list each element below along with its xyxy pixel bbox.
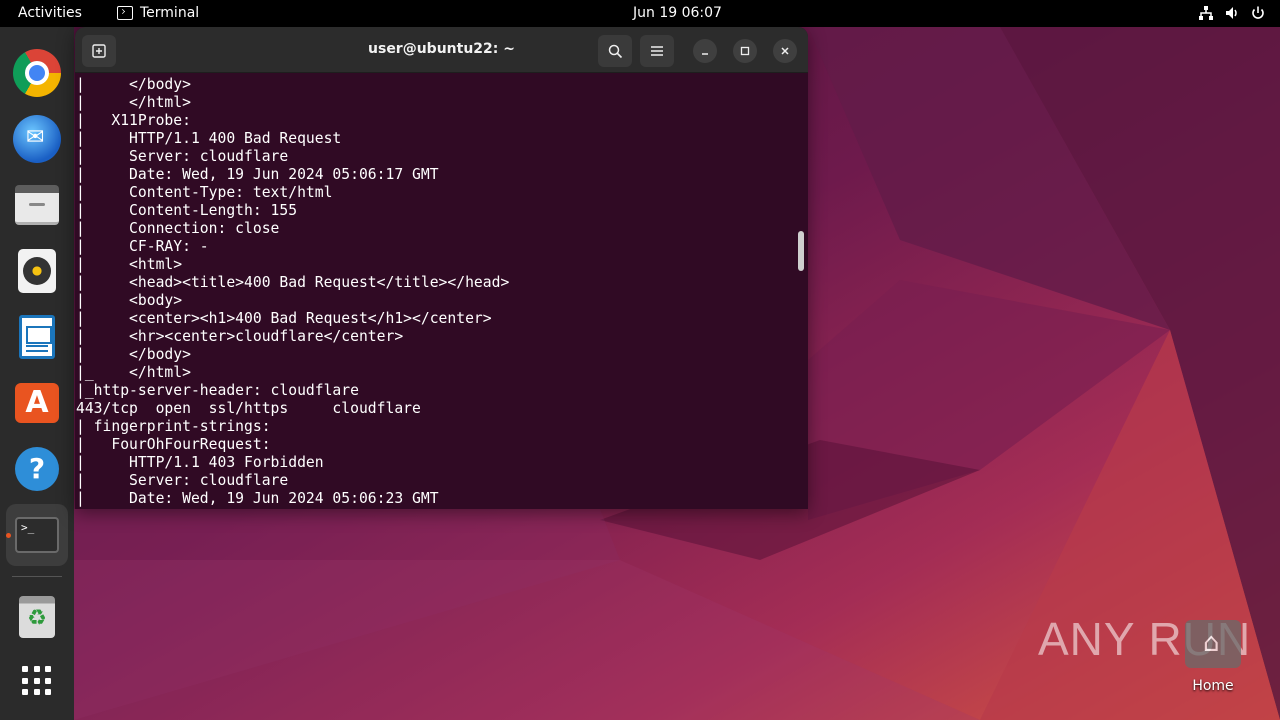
search-button[interactable] xyxy=(598,35,632,67)
thunderbird-icon xyxy=(13,115,61,163)
app-menu[interactable]: Terminal xyxy=(117,5,199,21)
dock-writer[interactable] xyxy=(6,306,68,368)
app-menu-label: Terminal xyxy=(140,5,200,21)
terminal-line: | </body> xyxy=(76,76,191,93)
terminal-line: | Date: Wed, 19 Jun 2024 05:06:23 GMT xyxy=(76,490,439,507)
terminal-line: 443/tcp open ssl/https cloudflare xyxy=(76,400,421,417)
terminal-line: | <center><h1>400 Bad Request</h1></cent… xyxy=(76,310,492,327)
dock-separator xyxy=(12,576,62,577)
app-grid-icon xyxy=(22,666,52,696)
terminal-line: | Connection: close xyxy=(76,220,280,237)
system-tray[interactable] xyxy=(1198,5,1266,21)
power-icon xyxy=(1250,5,1266,21)
activities-button[interactable]: Activities xyxy=(18,5,82,21)
terminal-line: | Content-Length: 155 xyxy=(76,202,298,219)
terminal-lines: | </body> | </html> | X11Probe: | HTTP/1.1 … xyxy=(75,76,509,509)
top-bar: Activities Terminal Jun 19 06:07 xyxy=(0,0,1280,27)
dock-rhythmbox[interactable] xyxy=(6,240,68,302)
search-icon xyxy=(608,44,622,58)
trash-icon: ♻ xyxy=(19,596,55,638)
terminal-line: | HTTP/1.1 400 Bad Request xyxy=(76,130,342,147)
minimize-icon xyxy=(702,53,708,55)
terminal-line: | Content-Type: text/html xyxy=(76,184,333,201)
terminal-app-icon: >_ xyxy=(15,517,59,553)
terminal-line: | xyxy=(75,508,509,509)
close-icon xyxy=(781,47,789,55)
terminal-line: | HTTP/1.1 403 Forbidden xyxy=(76,454,324,471)
rhythmbox-icon xyxy=(18,249,56,293)
home-folder-label: Home xyxy=(1192,678,1234,694)
terminal-line: | <body> xyxy=(76,292,183,309)
menu-button[interactable] xyxy=(640,35,674,67)
terminal-line: |_ </html> xyxy=(76,364,191,381)
hamburger-icon xyxy=(651,46,663,56)
clock[interactable]: Jun 19 06:07 xyxy=(633,5,722,21)
terminal-line: | CF-RAY: - xyxy=(76,238,209,255)
maximize-icon xyxy=(740,46,750,56)
home-folder-icon[interactable] xyxy=(1182,618,1242,670)
terminal-line: | <hr><center>cloudflare</center> xyxy=(76,328,404,345)
terminal-line: | Server: cloudflare xyxy=(76,472,289,489)
terminal-line: | </html> xyxy=(76,94,191,111)
terminal-window[interactable]: user@ubuntu22: ~ | </body> | </html> | X11… xyxy=(75,27,808,509)
terminal-line: | FourOhFourRequest: xyxy=(76,436,271,453)
terminal-line: | Date: Wed, 19 Jun 2024 05:06:17 GMT xyxy=(76,166,439,183)
terminal-line: |_http-server-header: cloudflare xyxy=(76,382,359,399)
dock-trash[interactable]: ♻ xyxy=(6,586,68,648)
dock-terminal[interactable]: >_ xyxy=(6,504,68,566)
terminal-line: | Server: cloudflare xyxy=(76,148,289,165)
chrome-icon xyxy=(13,49,61,97)
terminal-line: | <html> xyxy=(76,256,183,273)
scrollbar-thumb[interactable] xyxy=(798,231,804,271)
terminal-line: | </body> xyxy=(76,346,191,363)
running-indicator xyxy=(6,533,11,538)
software-store-icon: A xyxy=(15,383,59,423)
volume-icon xyxy=(1224,5,1240,21)
dock-files[interactable] xyxy=(6,174,68,236)
terminal-icon xyxy=(117,6,133,20)
dock-software[interactable]: A xyxy=(6,372,68,434)
dock: A ? >_ ♻ xyxy=(0,27,74,720)
terminal-line: | fingerprint-strings: xyxy=(76,418,271,435)
show-applications-button[interactable] xyxy=(6,650,68,712)
maximize-button[interactable] xyxy=(733,39,757,63)
dock-chrome[interactable] xyxy=(6,42,68,104)
help-icon: ? xyxy=(15,447,59,491)
terminal-headerbar[interactable]: user@ubuntu22: ~ xyxy=(75,27,808,73)
terminal-line: | X11Probe: xyxy=(76,112,191,129)
minimize-button[interactable] xyxy=(693,39,717,63)
writer-icon xyxy=(19,315,55,359)
network-icon xyxy=(1198,5,1214,21)
dock-help[interactable]: ? xyxy=(6,438,68,500)
terminal-output[interactable]: | </body> | </html> | X11Probe: | HTTP/1.1 … xyxy=(75,74,808,509)
dock-thunderbird[interactable] xyxy=(6,108,68,170)
terminal-line: | <head><title>400 Bad Request</title></… xyxy=(76,274,510,291)
files-icon xyxy=(15,185,59,225)
close-button[interactable] xyxy=(773,39,797,63)
